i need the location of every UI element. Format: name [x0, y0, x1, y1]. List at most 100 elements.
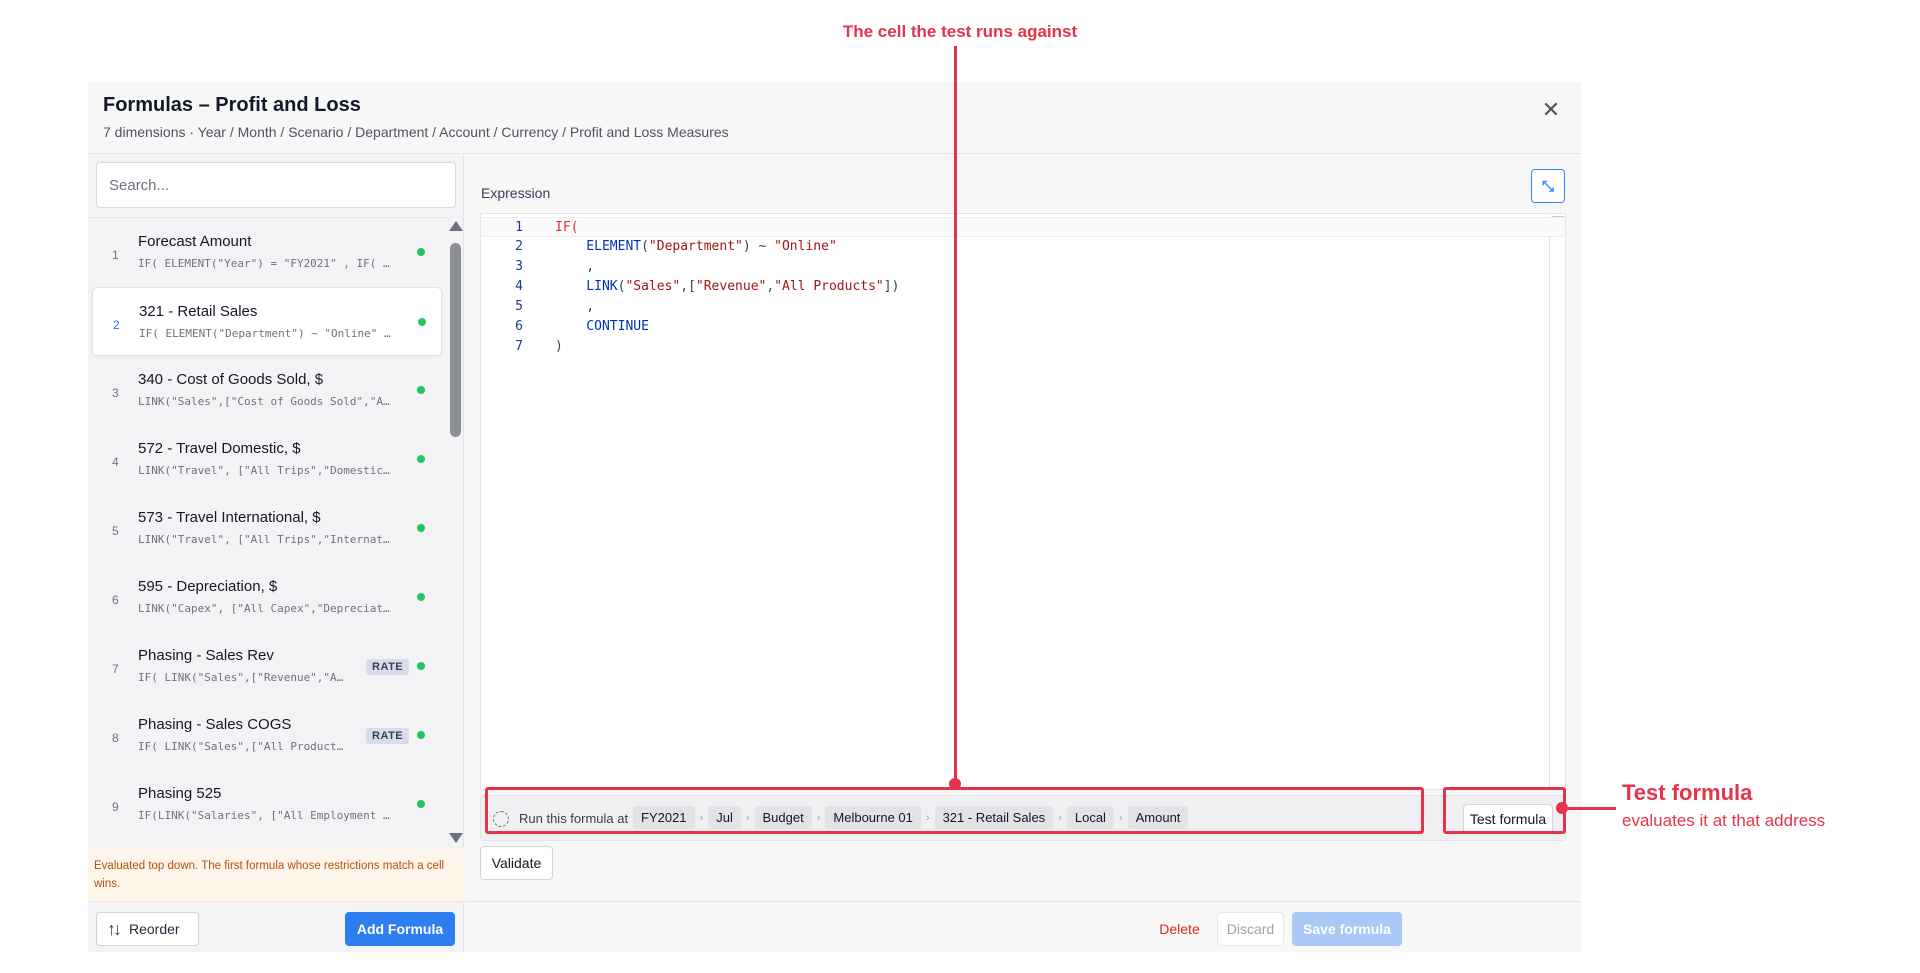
code-token: "Revenue": [695, 279, 767, 294]
code-token: ,: [766, 279, 775, 294]
formula-number: 4: [112, 455, 119, 469]
line-number: 2: [515, 239, 523, 254]
status-dot-icon: [417, 593, 425, 601]
sort-arrows-icon: ↑↓: [107, 918, 122, 939]
scroll-thumb[interactable]: [450, 243, 461, 437]
right-footer: Delete Discard Save formula: [465, 901, 1581, 952]
formula-list-item[interactable]: 2 321 - Retail Sales IF( ELEMENT("Departme…: [92, 287, 442, 356]
formula-expression-preview: IF( ELEMENT("Year") = "FY2021" , IF( …: [138, 257, 390, 270]
code-line: 2 ELEMENT("Department") ~ "Online": [481, 237, 1565, 257]
line-number: 4: [515, 279, 523, 294]
line-number: 3: [515, 259, 523, 274]
formula-title: 321 - Retail Sales: [139, 303, 258, 320]
line-number: 6: [515, 319, 523, 334]
formula-title: Phasing 525: [138, 785, 222, 802]
code-line: 6 CONTINUE: [481, 317, 1565, 337]
formula-title: 572 - Travel Domestic, $: [138, 440, 301, 457]
status-dot-icon: [417, 524, 425, 532]
formula-list-item[interactable]: 8 Phasing - Sales COGS IF( LINK("Sales",["…: [92, 701, 442, 770]
annotation-box-test: [1443, 787, 1566, 834]
code-line: 7): [481, 337, 1565, 357]
formula-list-item[interactable]: 6 595 - Depreciation, $ LINK("Capex", ["Al…: [92, 563, 442, 632]
code-token: ) ~: [742, 239, 775, 254]
left-footer: ↑↓ Reorder Add Formula: [88, 901, 464, 952]
code-token: LINK: [555, 279, 618, 294]
scroll-up-icon[interactable]: [449, 221, 463, 231]
status-dot-icon: [417, 731, 425, 739]
search-input[interactable]: [96, 162, 456, 208]
formula-number: 5: [112, 524, 119, 538]
code-token: ): [555, 339, 563, 354]
status-dot-icon: [417, 800, 425, 808]
code-token: ELEMENT: [555, 239, 642, 254]
code-token: CONTINUE: [555, 319, 649, 334]
formula-expression-preview: LINK("Sales",["Cost of Goods Sold","A…: [138, 395, 390, 408]
rate-badge: RATE: [366, 728, 410, 744]
annotation-right-title: Test formula: [1622, 780, 1753, 805]
formula-expression-preview: IF( ELEMENT("Department") ~ "Online" …: [139, 327, 391, 340]
code-editor[interactable]: 1 IF(2 ELEMENT("Department") ~ "Online" 3 …: [480, 213, 1566, 790]
save-formula-button[interactable]: Save formula: [1292, 912, 1402, 946]
add-formula-button[interactable]: Add Formula: [345, 912, 455, 946]
formula-list-item[interactable]: 9 Phasing 525 IF(LINK("Salaries", ["All Em…: [92, 770, 442, 839]
status-dot-icon: [417, 662, 425, 670]
discard-button[interactable]: Discard: [1217, 912, 1284, 946]
formula-list-item[interactable]: 1 Forecast Amount IF( ELEMENT("Year") = "F…: [92, 218, 442, 287]
line-number: 7: [515, 339, 523, 354]
formula-expression-preview: IF( LINK("Sales",["All Product…: [138, 740, 344, 753]
formula-list: 1 Forecast Amount IF( ELEMENT("Year") = "F…: [88, 217, 446, 847]
formula-number: 8: [112, 731, 119, 745]
code-text: ,: [555, 257, 594, 277]
formula-expression-preview: IF(LINK("Salaries", ["All Employment …: [138, 809, 390, 822]
formula-title: Phasing - Sales COGS: [138, 716, 292, 733]
code-token: ]): [883, 279, 900, 294]
formula-number: 6: [112, 593, 119, 607]
formula-number: 2: [113, 318, 120, 332]
delete-button[interactable]: Delete: [1152, 912, 1207, 946]
code-text: CONTINUE: [555, 317, 649, 337]
code-line: 4 LINK("Sales",["Revenue","All Products"…: [481, 277, 1565, 297]
reorder-button[interactable]: ↑↓ Reorder: [96, 912, 199, 946]
status-dot-icon: [417, 248, 425, 256]
line-number: 5: [515, 299, 523, 314]
formula-list-item[interactable]: 3 340 - Cost of Goods Sold, $ LINK("Sales"…: [92, 356, 442, 425]
annotation-line-vertical: [954, 46, 957, 786]
expression-label: Expression: [481, 185, 551, 201]
code-token: "All Products": [774, 279, 884, 294]
status-dot-icon: [418, 318, 426, 326]
annotation-box-address: [485, 787, 1424, 834]
formula-title: 340 - Cost of Goods Sold, $: [138, 371, 324, 388]
formula-expression-preview: IF( LINK("Sales",["Revenue","A…: [138, 671, 344, 684]
validate-button[interactable]: Validate: [480, 846, 553, 880]
formula-number: 9: [112, 800, 119, 814]
formula-number: 3: [112, 386, 119, 400]
code-text: LINK("Sales",["Revenue","All Products"]): [555, 277, 899, 297]
scroll-down-icon[interactable]: [449, 833, 463, 843]
annotation-line-horizontal: [1562, 807, 1616, 810]
formula-list-item[interactable]: 7 Phasing - Sales Rev IF( LINK("Sales",["R…: [92, 632, 442, 701]
code-text: ,: [555, 297, 594, 317]
code-token: IF: [555, 220, 571, 235]
formula-number: 7: [112, 662, 119, 676]
formula-list-item[interactable]: 5 573 - Travel International, $ LINK("Trav…: [92, 494, 442, 563]
formula-expression-preview: LINK("Travel", ["All Trips","Domestic…: [138, 464, 390, 477]
list-scrollbar[interactable]: [446, 217, 464, 847]
formula-title: 573 - Travel International, $: [138, 509, 321, 526]
dialog-title: Formulas – Profit and Loss: [103, 94, 361, 116]
code-line: 5 ,: [481, 297, 1565, 317]
code-token: "Sales": [625, 279, 681, 294]
dialog-subtitle: 7 dimensions · Year / Month / Scenario /…: [103, 124, 729, 140]
reorder-label: Reorder: [129, 921, 180, 937]
code-text: ): [555, 337, 563, 357]
formula-number: 1: [112, 248, 119, 262]
collapse-icon[interactable]: ⤡: [1531, 169, 1565, 203]
formula-list-item[interactable]: 4 572 - Travel Domestic, $ LINK("Travel", …: [92, 425, 442, 494]
code-token: ,: [555, 299, 595, 314]
stage: Formulas – Profit and Loss 7 dimensions …: [0, 0, 1920, 973]
code-line: 3 ,: [481, 257, 1565, 277]
code-token: "Department": [648, 239, 743, 254]
evaluation-note: Evaluated top down. The first formula wh…: [88, 849, 464, 901]
annotation-right-subtitle: evaluates it at that address: [1622, 811, 1826, 830]
rate-badge: RATE: [366, 659, 410, 675]
close-icon[interactable]: ✕: [1539, 98, 1563, 122]
